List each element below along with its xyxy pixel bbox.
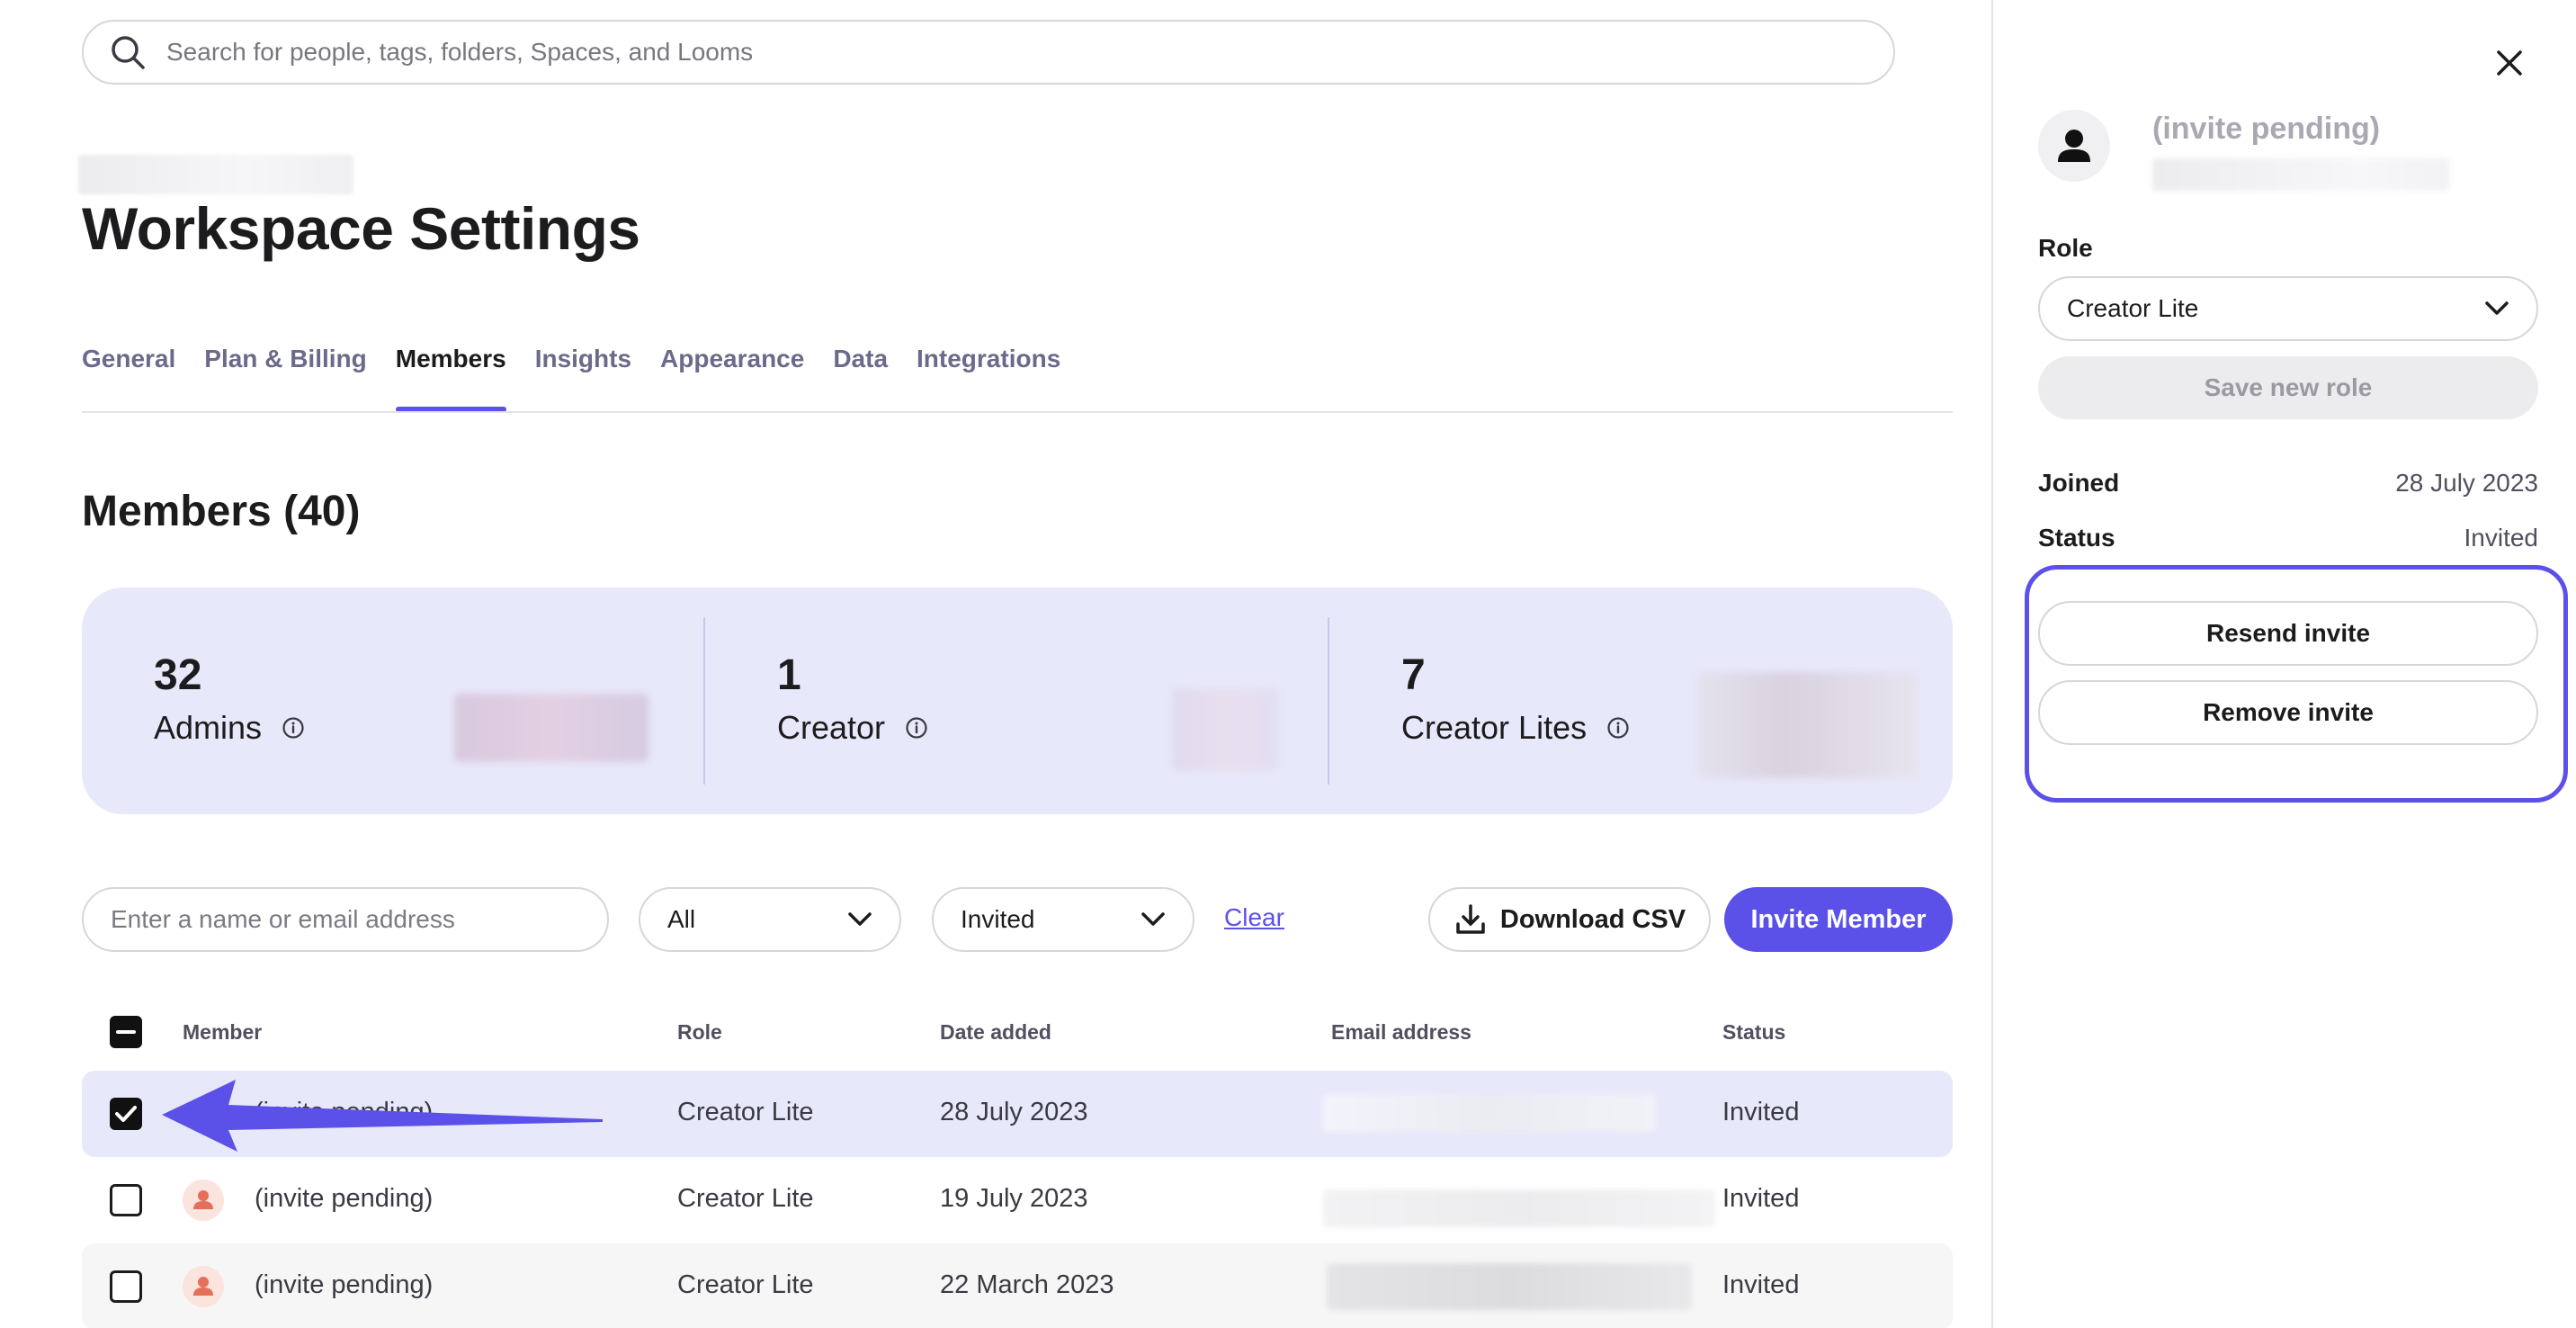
stat-creator-lites-count: 7 xyxy=(1401,651,1426,699)
breadcrumb-redacted xyxy=(78,155,353,194)
tab-integrations[interactable]: Integrations xyxy=(917,340,1060,412)
save-new-role-button[interactable]: Save new role xyxy=(2038,356,2538,419)
row-member-name: (invite pending) xyxy=(255,1184,434,1213)
row-date: 22 March 2023 xyxy=(940,1270,1114,1299)
tab-members[interactable]: Members xyxy=(395,340,506,412)
row-role: Creator Lite xyxy=(677,1098,814,1126)
row-date: 19 July 2023 xyxy=(940,1184,1088,1213)
row-checkbox[interactable] xyxy=(110,1098,142,1130)
info-icon[interactable] xyxy=(282,716,305,740)
tab-data[interactable]: Data xyxy=(833,340,888,412)
resend-invite-button[interactable]: Resend invite xyxy=(2038,601,2538,666)
avatar xyxy=(183,1180,224,1221)
row-status: Invited xyxy=(1722,1098,1800,1126)
panel-joined-label: Joined xyxy=(2038,469,2120,497)
row-member-name: (invite pending) xyxy=(255,1270,434,1299)
row-email-redacted xyxy=(1327,1263,1692,1310)
chevron-down-icon xyxy=(1141,912,1165,926)
avatar xyxy=(183,1266,224,1307)
column-header-date[interactable]: Date added xyxy=(940,1020,1051,1045)
row-status: Invited xyxy=(1722,1270,1800,1299)
stat-admins-label: Admins xyxy=(154,709,263,746)
tab-insights[interactable]: Insights xyxy=(535,340,631,412)
download-csv-button[interactable]: Download CSV xyxy=(1428,887,1711,952)
search-placeholder: Search for people, tags, folders, Spaces… xyxy=(166,38,754,66)
role-filter-value: All xyxy=(667,905,696,933)
search-icon xyxy=(112,36,145,69)
panel-role-label: Role xyxy=(2038,234,2093,262)
redacted-avatars-creator xyxy=(1172,688,1278,771)
user-icon xyxy=(2058,130,2090,162)
panel-role-select[interactable]: Creator Lite xyxy=(2038,276,2538,341)
panel-member-name: (invite pending) xyxy=(2152,112,2381,146)
column-header-status[interactable]: Status xyxy=(1722,1020,1785,1045)
panel-role-value: Creator Lite xyxy=(2067,294,2199,322)
stat-creator-lites-label: Creator Lites xyxy=(1401,709,1588,746)
clear-filters-link[interactable]: Clear xyxy=(1224,903,1284,932)
stat-creator-label-row: Creator xyxy=(777,709,928,747)
avatar xyxy=(2038,110,2110,182)
status-filter-select[interactable]: Invited xyxy=(932,887,1194,952)
download-csv-label: Download CSV xyxy=(1499,904,1686,934)
checkmark-icon xyxy=(115,1106,137,1122)
settings-tabs: General Plan & Billing Members Insights … xyxy=(82,340,1089,412)
stat-creator-count: 1 xyxy=(777,651,801,699)
chevron-down-icon xyxy=(2485,301,2509,315)
redacted-avatars-admins xyxy=(454,694,648,762)
tabs-divider xyxy=(82,411,1953,413)
row-email-redacted xyxy=(1323,1094,1656,1132)
user-icon xyxy=(193,1277,213,1296)
table-row[interactable]: (invite pending) Creator Lite 22 March 2… xyxy=(82,1243,1953,1328)
main-content: Search for people, tags, folders, Spaces… xyxy=(0,0,1991,1328)
role-filter-select[interactable]: All xyxy=(639,887,901,952)
page-title: Workspace Settings xyxy=(82,195,640,262)
user-icon xyxy=(193,1190,213,1209)
info-icon[interactable] xyxy=(905,716,928,740)
redacted-avatars-creator-lites xyxy=(1697,672,1919,778)
stat-admins-count: 32 xyxy=(154,651,202,699)
row-status: Invited xyxy=(1722,1184,1800,1213)
member-stats-card: 32 Admins 1 Creator 7 Creator Lites xyxy=(82,588,1953,814)
remove-invite-button[interactable]: Remove invite xyxy=(2038,680,2538,745)
tab-appearance[interactable]: Appearance xyxy=(660,340,804,412)
member-search-input[interactable]: Enter a name or email address xyxy=(82,887,609,952)
tab-plan-billing[interactable]: Plan & Billing xyxy=(204,340,366,412)
stat-creator-label: Creator xyxy=(777,709,886,746)
row-checkbox[interactable] xyxy=(110,1184,142,1216)
stat-divider xyxy=(1328,617,1329,785)
row-date: 28 July 2023 xyxy=(940,1098,1088,1126)
status-filter-value: Invited xyxy=(961,905,1035,933)
stat-admins-label-row: Admins xyxy=(154,709,305,747)
panel-status-label: Status xyxy=(2038,524,2115,552)
column-header-member[interactable]: Member xyxy=(183,1020,262,1045)
indeterminate-icon xyxy=(116,1030,136,1034)
row-email-redacted xyxy=(1323,1189,1715,1227)
row-role: Creator Lite xyxy=(677,1184,814,1213)
invite-member-button[interactable]: Invite Member xyxy=(1724,887,1953,952)
panel-email-redacted xyxy=(2152,158,2449,191)
close-icon[interactable] xyxy=(2491,45,2527,81)
row-checkbox[interactable] xyxy=(110,1270,142,1303)
stat-creator-lites-label-row: Creator Lites xyxy=(1401,709,1630,747)
table-row[interactable]: (invite pending) Creator Lite 19 July 20… xyxy=(82,1157,1953,1243)
stat-divider xyxy=(703,617,705,785)
select-all-checkbox[interactable] xyxy=(110,1016,142,1048)
chevron-down-icon xyxy=(848,912,872,926)
panel-joined-value: 28 July 2023 xyxy=(2395,469,2538,497)
column-header-email[interactable]: Email address xyxy=(1331,1020,1471,1045)
row-role: Creator Lite xyxy=(677,1270,814,1299)
global-search-input[interactable]: Search for people, tags, folders, Spaces… xyxy=(82,20,1895,85)
download-icon xyxy=(1456,904,1485,934)
panel-status-value: Invited xyxy=(2464,524,2539,552)
annotation-arrow-icon xyxy=(162,1080,603,1152)
tab-general[interactable]: General xyxy=(82,340,175,412)
info-icon[interactable] xyxy=(1606,716,1630,740)
members-title: Members (40) xyxy=(82,488,361,535)
column-header-role[interactable]: Role xyxy=(677,1020,722,1045)
